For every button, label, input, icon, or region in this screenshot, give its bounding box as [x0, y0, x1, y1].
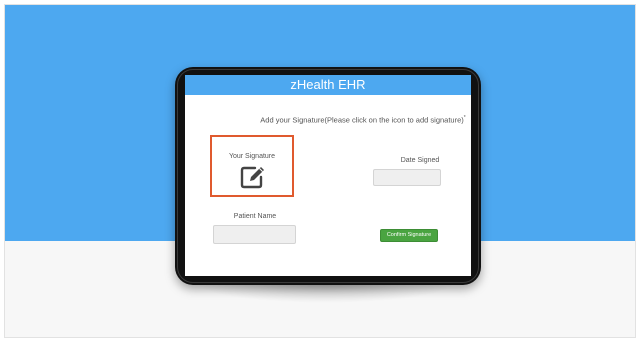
signature-label: Your Signature [228, 153, 276, 160]
required-mark: * [463, 115, 466, 121]
signature-instruction: Add your Signature(Please click on the i… [185, 115, 471, 125]
edit-icon[interactable] [240, 165, 266, 189]
date-signed-label: Date Signed [400, 157, 440, 164]
confirm-signature-button[interactable]: Confirm Signature [380, 229, 438, 242]
tablet-device: zHealth EHR Add your Signature(Please cl… [175, 67, 481, 285]
instruction-text: Add your Signature(Please click on the i… [260, 115, 464, 125]
scene: zHealth EHR Add your Signature(Please cl… [4, 4, 636, 338]
tablet-screen: zHealth EHR Add your Signature(Please cl… [185, 75, 471, 276]
patient-name-label: Patient Name [233, 213, 277, 220]
app-header: zHealth EHR [185, 75, 471, 95]
signature-highlight-box: Your Signature [210, 135, 294, 197]
date-signed-field[interactable] [373, 169, 441, 186]
patient-name-field[interactable] [213, 225, 296, 244]
